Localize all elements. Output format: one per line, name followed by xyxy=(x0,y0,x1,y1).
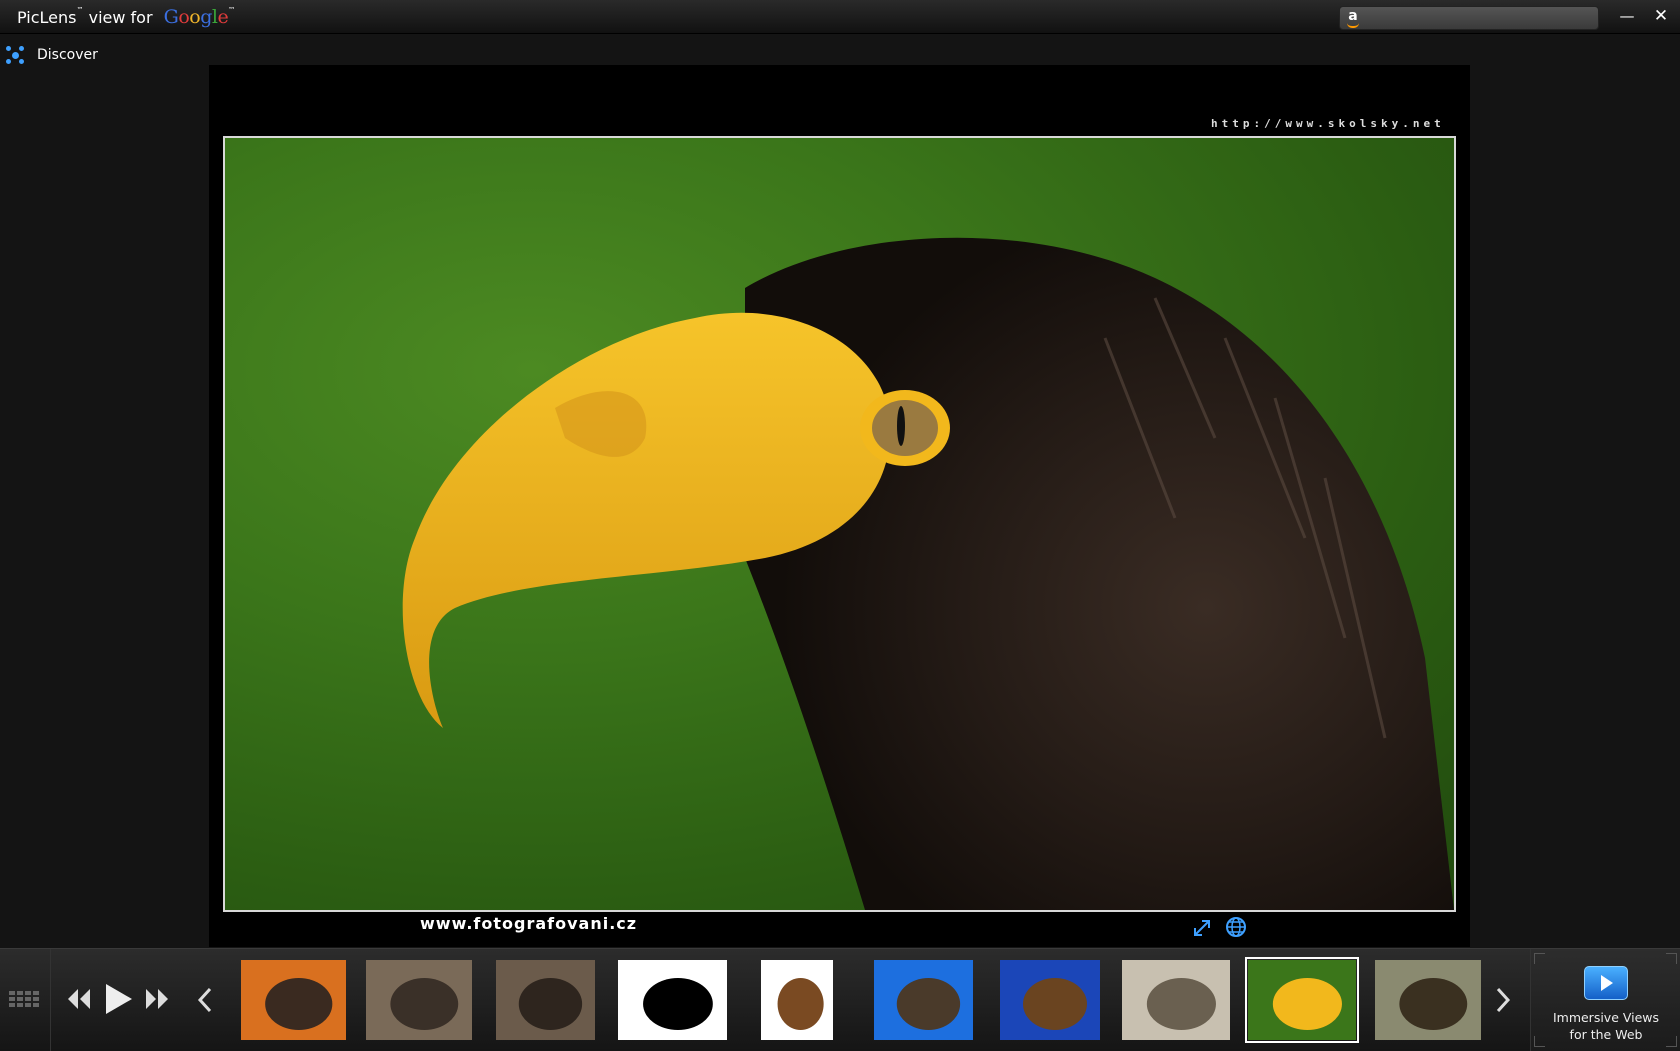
thumbnail-steller-eagle-selected[interactable] xyxy=(1245,957,1359,1043)
filmstrip-bar: Immersive Views for the Web xyxy=(0,948,1680,1051)
thumbnail-image xyxy=(518,978,583,1030)
grid-icon xyxy=(9,991,39,1007)
video-play-icon xyxy=(1584,966,1628,1000)
grid-view-button[interactable] xyxy=(0,949,51,1051)
thumbnail-golden-eagle-blue[interactable] xyxy=(1000,960,1100,1040)
globe-icon[interactable] xyxy=(1225,916,1247,938)
thumbnail-image xyxy=(1023,978,1087,1030)
image-caption: www.fotografovani.cz xyxy=(420,914,638,933)
amazon-icon: a xyxy=(1344,8,1362,28)
thumbnail-orel-logo[interactable] xyxy=(618,960,727,1040)
thumbnail-image xyxy=(1146,978,1216,1030)
image-stage: http://www.skolsky.net xyxy=(209,65,1470,947)
thumbnail-image xyxy=(777,978,824,1030)
thumbnail-bronze-eagle-brooch-1[interactable] xyxy=(366,960,472,1040)
fast-forward-icon[interactable] xyxy=(144,987,170,1011)
chevron-left-icon[interactable] xyxy=(197,987,213,1013)
thumbnail-image xyxy=(390,978,459,1030)
image-watermark: http://www.skolsky.net xyxy=(1211,117,1445,130)
thumbnail-image xyxy=(1272,978,1342,1030)
thumbnail-eagles-in-cage[interactable] xyxy=(1375,960,1481,1040)
search-input[interactable] xyxy=(1364,8,1594,28)
thumbnail-image xyxy=(1399,978,1468,1030)
title-bar: PicLens™ view for Google™ a — ✕ xyxy=(0,0,1680,34)
brand-trademark: ™ xyxy=(76,6,84,14)
thumbnail-eagle-drawing[interactable] xyxy=(761,960,833,1040)
discover-label: Discover xyxy=(37,47,98,63)
promo-panel[interactable]: Immersive Views for the Web xyxy=(1530,949,1680,1051)
brand-name: PicLens xyxy=(17,8,77,27)
thumbnail-image xyxy=(896,978,961,1030)
promo-line-2: for the Web xyxy=(1569,1027,1643,1042)
discover-icon xyxy=(4,44,26,66)
rewind-icon[interactable] xyxy=(66,987,92,1011)
thumbnail-helicopter[interactable] xyxy=(1122,960,1230,1040)
minimize-button[interactable]: — xyxy=(1617,6,1637,26)
promo-text: Immersive Views for the Web xyxy=(1531,1009,1680,1043)
eagle-photo xyxy=(402,237,1454,910)
app-title: PicLens™ view for Google™ xyxy=(17,6,235,28)
promo-line-1: Immersive Views xyxy=(1552,1010,1660,1025)
corner-decoration xyxy=(1534,953,1545,964)
close-button[interactable]: ✕ xyxy=(1651,6,1671,26)
thumbnail-image xyxy=(265,978,333,1030)
discover-button[interactable]: Discover xyxy=(4,44,98,66)
view-for-label: view for xyxy=(88,8,153,27)
thumbnail-eagle-blue-sky[interactable] xyxy=(874,960,973,1040)
google-logo: Google™ xyxy=(163,6,236,28)
amazon-search-box[interactable]: a xyxy=(1339,6,1599,30)
thumbnail-bronze-eagle-brooch-2[interactable] xyxy=(496,960,595,1040)
corner-decoration xyxy=(1666,953,1677,964)
play-icon[interactable] xyxy=(104,982,134,1016)
chevron-right-icon[interactable] xyxy=(1495,987,1511,1013)
main-photo[interactable] xyxy=(223,136,1456,912)
thumbnail-eagle-orange-bg[interactable] xyxy=(241,960,346,1040)
thumbnail-image xyxy=(643,978,713,1030)
expand-icon[interactable] xyxy=(1192,918,1212,938)
